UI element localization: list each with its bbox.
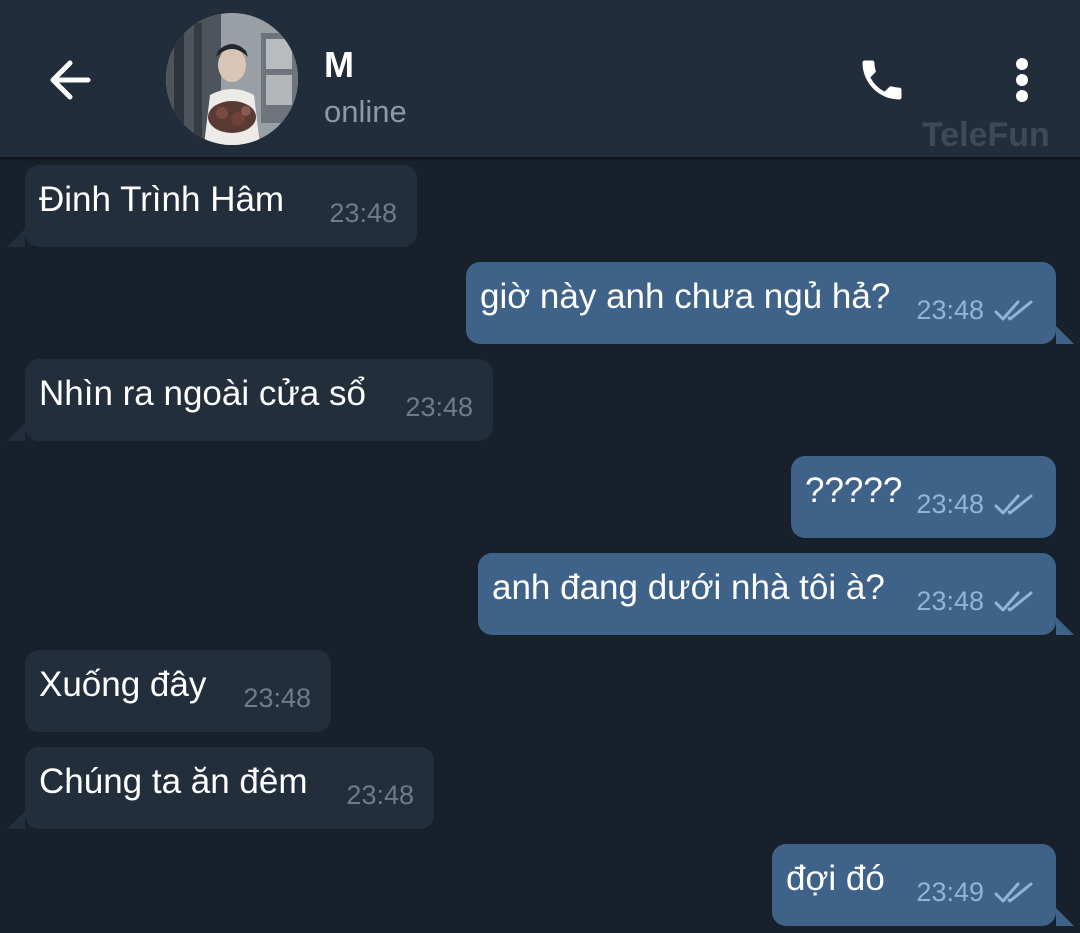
call-button[interactable]	[850, 48, 914, 112]
message-text: anh đang dưới nhà tôi à?	[492, 568, 885, 607]
message-time: 23:48	[329, 198, 397, 228]
message-incoming[interactable]: Đinh Trình Hâm 23:48	[7, 165, 417, 247]
bubble-tail	[7, 811, 25, 829]
message-text: Xuống đây	[39, 665, 207, 704]
double-check-icon	[994, 300, 1033, 320]
watermark: TeleFun	[922, 116, 1050, 154]
message-text: ?????	[805, 471, 903, 510]
avatar-photo	[166, 13, 298, 145]
message-time: 23:49	[916, 877, 984, 907]
chat-header: M online TeleFun	[0, 0, 1080, 157]
bubble-tail	[1056, 617, 1074, 635]
message-outgoing[interactable]: ????? 23:48	[791, 456, 1056, 538]
message-text: Chúng ta ăn đêm	[39, 762, 308, 801]
back-arrow-icon	[50, 60, 91, 100]
double-check-icon	[994, 591, 1033, 611]
message-time: 23:48	[346, 780, 414, 810]
message-time: 23:48	[243, 683, 311, 713]
message-incoming[interactable]: Chúng ta ăn đêm 23:48	[7, 747, 434, 829]
chat-title[interactable]: M	[324, 44, 354, 86]
bubble-tail	[7, 229, 25, 247]
online-status: online	[324, 94, 407, 129]
message-outgoing[interactable]: giờ này anh chưa ngủ hả? 23:48	[466, 262, 1074, 344]
message-time: 23:48	[916, 586, 984, 616]
avatar[interactable]	[166, 13, 298, 145]
message-text: Đinh Trình Hâm	[39, 180, 285, 219]
double-check-icon	[994, 882, 1033, 902]
message-incoming[interactable]: Nhìn ra ngoài cửa sổ 23:48	[7, 359, 493, 441]
message-time: 23:48	[916, 489, 984, 519]
more-vertical-icon	[1016, 58, 1028, 102]
message-outgoing[interactable]: anh đang dưới nhà tôi à? 23:48	[478, 553, 1074, 635]
double-check-icon	[994, 494, 1033, 514]
message-text: đợi đó	[786, 859, 885, 898]
bubble-tail	[1056, 908, 1074, 926]
message-time: 23:48	[916, 295, 984, 325]
bubble-tail	[1056, 326, 1074, 344]
message-time: 23:48	[405, 392, 473, 422]
phone-icon	[862, 60, 902, 100]
more-options-button[interactable]	[1000, 48, 1044, 112]
back-button[interactable]	[40, 50, 100, 110]
message-outgoing[interactable]: đợi đó 23:49	[772, 844, 1074, 926]
message-text: Nhìn ra ngoài cửa sổ	[39, 374, 366, 413]
message-text: giờ này anh chưa ngủ hả?	[480, 277, 891, 316]
message-incoming[interactable]: Xuống đây 23:48	[25, 650, 331, 732]
bubble-tail	[7, 423, 25, 441]
